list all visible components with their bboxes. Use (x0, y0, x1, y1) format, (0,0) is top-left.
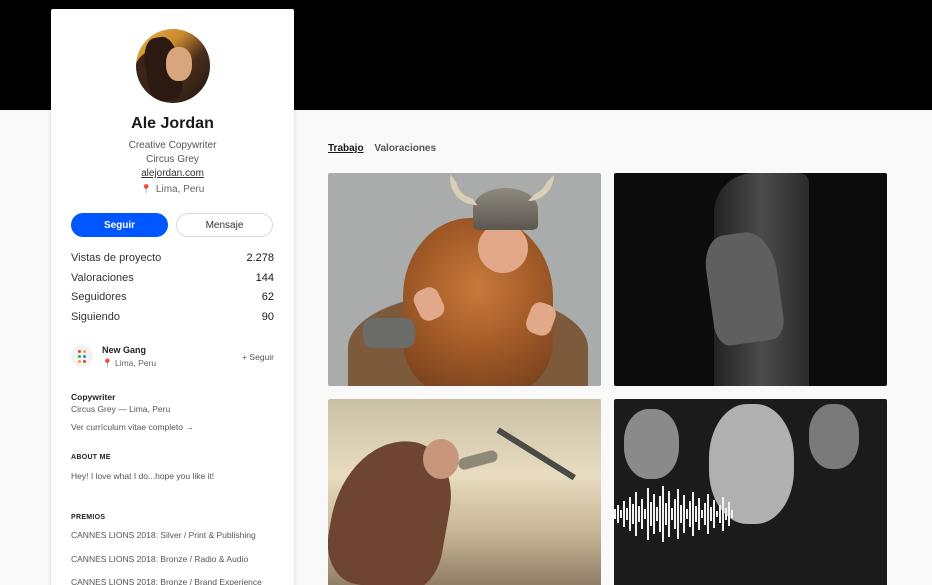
team-logo-icon[interactable] (71, 345, 93, 367)
stat-label[interactable]: Seguidores (71, 291, 127, 311)
profile-website-link[interactable]: alejordan.com (51, 168, 294, 179)
profile-tabs: Trabajo Valoraciones (328, 143, 444, 154)
location-pin-icon: 📍 (102, 358, 113, 368)
profile-company: Circus Grey (146, 154, 199, 165)
team-name[interactable]: New Gang (102, 345, 146, 355)
project-thumbnail[interactable] (328, 399, 601, 585)
profile-name: Ale Jordan (131, 115, 214, 132)
work-title: Copywriter (71, 392, 116, 402)
about-heading: ABOUT ME (71, 454, 111, 461)
stat-value[interactable]: 90 (262, 311, 274, 331)
team-location-text: Lima, Peru (114, 358, 157, 368)
stat-row-appreciations: Valoraciones 144 (71, 272, 274, 292)
stat-label: Vistas de proyecto (71, 252, 162, 264)
work-subtitle: Circus Grey — Lima, Peru (71, 404, 171, 414)
stat-value: 144 (255, 271, 274, 284)
project-thumbnail[interactable] (614, 173, 887, 386)
follow-button[interactable]: Seguir (71, 213, 168, 237)
team-entry[interactable]: New Gang 📍 Lima, Peru + Seguir (71, 345, 274, 371)
award-item: CANNES LIONS 2018: Silver / Print & Publ… (71, 530, 256, 540)
profile-location: 📍 Lima, Peru (51, 184, 294, 195)
project-thumbnail[interactable] (328, 173, 601, 386)
profile-card: Ale Jordan Creative Copywriter Circus Gr… (51, 9, 294, 585)
awards-heading: PREMIOS (71, 514, 106, 521)
cv-link[interactable]: Ver currículum vitae completo → (71, 422, 194, 432)
team-follow-button[interactable]: + Seguir (242, 352, 274, 362)
project-thumbnail[interactable] (614, 399, 887, 585)
stat-row-views: Vistas de proyecto 2.278 (71, 252, 274, 272)
stat-label: Valoraciones (71, 271, 134, 284)
location-pin-icon: 📍 (140, 184, 152, 194)
stat-value: 2.278 (246, 252, 274, 264)
profile-stats: Vistas de proyecto 2.278 Valoraciones 14… (71, 252, 274, 331)
avatar[interactable] (136, 29, 210, 103)
tab-appreciations[interactable]: Valoraciones (374, 143, 436, 154)
message-button[interactable]: Mensaje (176, 213, 273, 237)
team-location: 📍 Lima, Peru (102, 358, 156, 369)
stat-value[interactable]: 62 (262, 291, 274, 311)
tab-work[interactable]: Trabajo (328, 143, 364, 154)
stat-row-following[interactable]: Siguiendo 90 (71, 311, 274, 331)
audio-waveform (614, 484, 887, 544)
stat-label[interactable]: Siguiendo (71, 311, 120, 331)
profile-occupation: Creative Copywriter (128, 140, 217, 151)
stat-row-followers[interactable]: Seguidores 62 (71, 291, 274, 311)
award-item: CANNES LIONS 2018: Bronze / Brand Experi… (71, 577, 262, 585)
about-text: Hey! I love what I do...hope you like it… (71, 471, 215, 481)
profile-location-text: Lima, Peru (155, 184, 205, 195)
award-item: CANNES LIONS 2018: Bronze / Radio & Audi… (71, 554, 249, 564)
